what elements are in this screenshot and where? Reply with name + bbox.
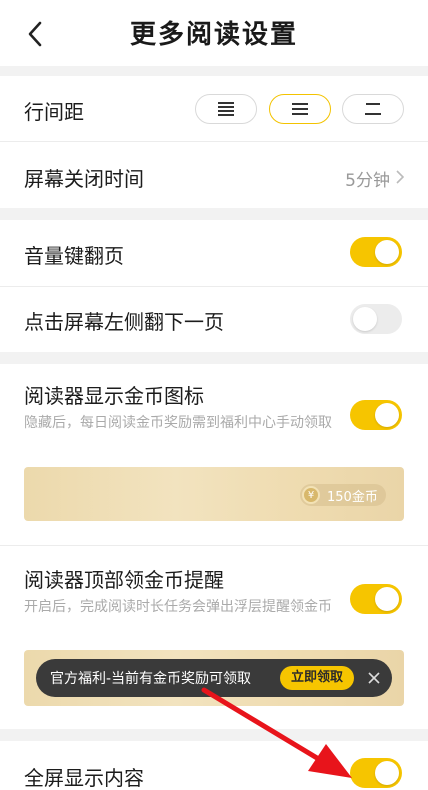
tap-left-toggle[interactable] [350, 304, 402, 334]
volume-flip-toggle[interactable] [350, 237, 402, 267]
fullscreen-toggle[interactable] [350, 758, 402, 788]
coin-reminder-desc: 开启后，完成阅读时长任务会弹出浮层提醒领金币 [24, 599, 332, 615]
floating-reminder-text: 官方福利-当前有金币奖励可领取 [50, 671, 252, 687]
page-title: 更多阅读设置 [129, 20, 298, 50]
spacing-option-large[interactable] [342, 94, 404, 124]
spacing-medium-icon [292, 103, 308, 115]
coin-icon-desc: 隐藏后，每日阅读金币奖励需到福利中心手动领取 [24, 415, 332, 431]
coin-amount: 150金币 [327, 490, 378, 505]
spacing-large-icon [365, 103, 381, 115]
spacing-option-medium[interactable] [269, 94, 331, 124]
close-icon [362, 666, 386, 690]
divider [0, 286, 428, 287]
coin-icon-preview: ¥ 150金币 [24, 467, 404, 521]
tap-left-label: 点击屏幕左侧翻下一页 [24, 310, 224, 334]
coin-icon-label: 阅读器显示金币图标 [24, 384, 204, 408]
screen-off-value: 5分钟 [345, 171, 390, 191]
coin-reminder-label: 阅读器顶部领金币提醒 [24, 568, 224, 592]
coin-icon: ¥ [302, 486, 320, 504]
spacing-small-icon [218, 102, 234, 116]
coin-reminder-toggle[interactable] [350, 584, 402, 614]
coin-reminder-preview: 官方福利-当前有金币奖励可领取 立即领取 [24, 650, 404, 706]
screen-off-label: 屏幕关闭时间 [24, 167, 144, 191]
divider [0, 545, 428, 546]
coin-icon-toggle[interactable] [350, 400, 402, 430]
chevron-right-icon [396, 170, 404, 184]
line-spacing-label: 行间距 [24, 100, 84, 124]
volume-flip-label: 音量键翻页 [24, 244, 124, 268]
coin-pill: ¥ 150金币 [300, 484, 386, 506]
fullscreen-label: 全屏显示内容 [24, 766, 144, 790]
floating-reminder-bar: 官方福利-当前有金币奖励可领取 立即领取 [36, 659, 392, 697]
header: 更多阅读设置 [0, 0, 428, 66]
claim-button: 立即领取 [280, 666, 354, 690]
spacing-option-small[interactable] [195, 94, 257, 124]
